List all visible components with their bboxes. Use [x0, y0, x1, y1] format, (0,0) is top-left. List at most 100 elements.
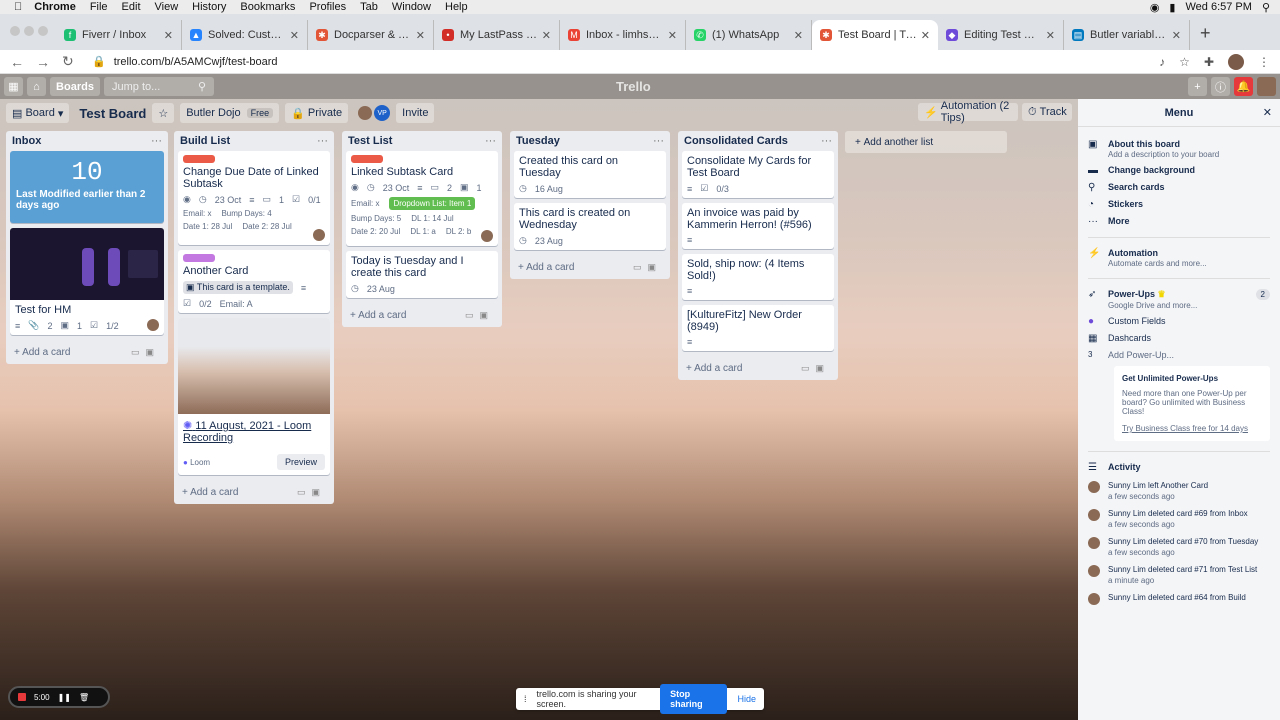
close-tab-icon[interactable]: ✕ — [416, 29, 425, 42]
menu-add-power-up[interactable]: 3 Add Power-Up... — [1078, 350, 1280, 360]
hide-button[interactable]: Hide — [737, 694, 756, 704]
menu-profiles[interactable]: Profiles — [309, 1, 346, 13]
card-template-icon[interactable]: ▭▣ — [633, 262, 662, 273]
menu-more[interactable]: ··· More — [1078, 216, 1280, 227]
card-new-order[interactable]: [KultureFitz] New Order (8949) ≡ — [682, 305, 834, 351]
team-button[interactable]: Butler Dojo Free — [180, 103, 280, 123]
url-field[interactable]: 🔒 trello.com/b/A5AMCwjf/test-board — [86, 52, 1146, 72]
avatar[interactable] — [1088, 565, 1100, 577]
list-menu-icon[interactable]: ··· — [653, 135, 664, 147]
card-count-cover[interactable]: 10 Last Modified earlier than 2 days ago — [10, 151, 164, 223]
star-board-button[interactable]: ☆ — [152, 103, 175, 123]
close-icon[interactable]: ✕ — [1263, 106, 1272, 119]
menu-bookmarks[interactable]: Bookmarks — [240, 1, 295, 13]
card-today-tuesday[interactable]: Today is Tuesday and I create this card … — [346, 251, 498, 298]
card-change-due-date[interactable]: Change Due Date of Linked Subtask ◉ ◷ 23 O… — [178, 151, 330, 245]
add-card-button[interactable]: + Add a card ▭▣ — [174, 480, 334, 504]
menu-custom-fields[interactable]: ● Custom Fields — [1078, 316, 1280, 327]
card-template-icon[interactable]: ▭▣ — [465, 310, 494, 321]
add-list-button[interactable]: + Add another list — [845, 131, 1007, 153]
list-menu-icon[interactable]: ··· — [317, 135, 328, 147]
card-another-card[interactable]: Another Card ▣ This card is a template. ≡… — [178, 250, 330, 313]
battery-icon[interactable]: ▮ — [1169, 1, 1175, 14]
more-icon[interactable]: ⋮ — [1258, 55, 1270, 69]
list-title[interactable]: Tuesday — [516, 135, 560, 147]
card-test-for-hm[interactable]: Test for HM ≡ 📎 2 ▣ 1 ☑ 1/2 — [10, 228, 164, 335]
user-avatar[interactable] — [1257, 77, 1276, 96]
member-avatar[interactable] — [313, 229, 325, 241]
purple-label[interactable] — [183, 254, 215, 262]
menu-stickers[interactable]: ◔ Stickers — [1078, 199, 1280, 210]
card-consolidate[interactable]: Consolidate My Cards for Test Board ≡ ☑ 0/… — [682, 151, 834, 198]
menu-history[interactable]: History — [192, 1, 226, 13]
red-label[interactable] — [183, 155, 215, 163]
avatar[interactable] — [1088, 537, 1100, 549]
tab-whatsapp[interactable]: ✆ (1) WhatsApp ✕ — [686, 20, 812, 50]
board-view-switcher[interactable]: ▤ Board ▾ — [6, 103, 70, 123]
menu-power-ups[interactable]: ➶ Power-Ups ♛ Google Drive and more... 2 — [1078, 289, 1280, 310]
card-template-icon[interactable]: ▭▣ — [131, 347, 160, 358]
red-label[interactable] — [351, 155, 383, 163]
tab-gmail[interactable]: MInbox - limhss@gmail✕ — [560, 20, 686, 50]
try-business-link[interactable]: Try Business Class free for 14 days — [1122, 424, 1262, 433]
tab-solved[interactable]: ▲Solved: Custom fields✕ — [182, 20, 308, 50]
menu-tab[interactable]: Tab — [360, 1, 378, 13]
menu-help[interactable]: Help — [445, 1, 468, 13]
list-menu-icon[interactable]: ··· — [485, 135, 496, 147]
drag-handle-icon[interactable]: ⁞ — [524, 694, 527, 704]
tab-butler[interactable]: ▤Butler variables - Trel✕ — [1064, 20, 1190, 50]
jump-search-input[interactable]: Jump to... ⚲ — [104, 77, 214, 96]
minimize-window-button[interactable] — [24, 26, 34, 36]
menu-change-background[interactable]: ▬ Change background — [1078, 165, 1280, 176]
search-icon[interactable]: ⚲ — [1262, 1, 1270, 14]
close-tab-icon[interactable]: ✕ — [164, 29, 173, 42]
list-title[interactable]: Test List — [348, 135, 392, 147]
list-title[interactable]: Consolidated Cards — [684, 135, 788, 147]
lock-icon[interactable]: 🔒 — [92, 55, 106, 68]
menu-view[interactable]: View — [155, 1, 179, 13]
stop-recording-button[interactable] — [18, 693, 26, 701]
boards-button[interactable]: Boards — [50, 77, 100, 96]
forward-icon[interactable]: → — [36, 54, 52, 70]
trash-icon[interactable]: 🗑 — [79, 693, 89, 702]
list-title[interactable]: Build List — [180, 135, 230, 147]
pause-icon[interactable]: ❚❚ — [58, 693, 71, 702]
invite-button[interactable]: Invite — [396, 103, 435, 123]
card-template-icon[interactable]: ▭▣ — [801, 363, 830, 374]
add-icon[interactable]: + — [1188, 77, 1207, 96]
reload-icon[interactable]: ↻ — [62, 53, 78, 70]
trello-logo[interactable]: Trello — [616, 79, 651, 94]
preview-button[interactable]: Preview — [276, 454, 325, 470]
avatar[interactable] — [1088, 593, 1100, 605]
add-card-button[interactable]: + Add a card ▭▣ — [510, 255, 670, 279]
info-icon[interactable]: ⓘ — [1211, 77, 1230, 96]
tab-test-board[interactable]: ✱Test Board | Trello✕ — [812, 20, 938, 50]
member-avatar[interactable] — [147, 319, 159, 331]
menu-file[interactable]: File — [90, 1, 108, 13]
card-created-wednesday[interactable]: This card is created on Wednesday ◷ 23 Au… — [514, 203, 666, 250]
board-title[interactable]: Test Board — [79, 106, 146, 121]
avatar[interactable] — [1088, 509, 1100, 521]
back-icon[interactable]: ← — [10, 54, 26, 70]
menu-about[interactable]: ▣ About this board Add a description to yo… — [1078, 139, 1280, 159]
tab-docparser[interactable]: ✱Docparser & Trello int✕ — [308, 20, 434, 50]
list-title[interactable]: Inbox — [12, 135, 41, 147]
add-card-button[interactable]: + Add a card ▭▣ — [342, 303, 502, 327]
close-tab-icon[interactable]: ✕ — [668, 29, 677, 42]
menu-window[interactable]: Window — [392, 1, 431, 13]
star-icon[interactable]: ☆ — [1179, 55, 1190, 69]
tab-lastpass[interactable]: •My LastPass Vault✕ — [434, 20, 560, 50]
track-button[interactable]: ⏱ Track — [1022, 103, 1072, 121]
card-invoice-paid[interactable]: An invoice was paid by Kammerin Herron! … — [682, 203, 834, 249]
home-icon[interactable]: ⌂ — [27, 77, 46, 96]
wifi-icon[interactable]: ◉ — [1150, 1, 1160, 14]
list-menu-icon[interactable]: ··· — [821, 135, 832, 147]
close-window-button[interactable] — [10, 26, 20, 36]
close-tab-icon[interactable]: ✕ — [921, 29, 930, 42]
automation-button[interactable]: ⚡ Automation (2 Tips) — [918, 100, 1018, 124]
zoom-window-button[interactable] — [38, 26, 48, 36]
privacy-button[interactable]: 🔒 Private — [285, 103, 349, 123]
clock[interactable]: Wed 6:57 PM — [1185, 1, 1251, 13]
avatar[interactable] — [1088, 481, 1100, 493]
add-card-button[interactable]: + Add a card ▭▣ — [6, 340, 168, 364]
